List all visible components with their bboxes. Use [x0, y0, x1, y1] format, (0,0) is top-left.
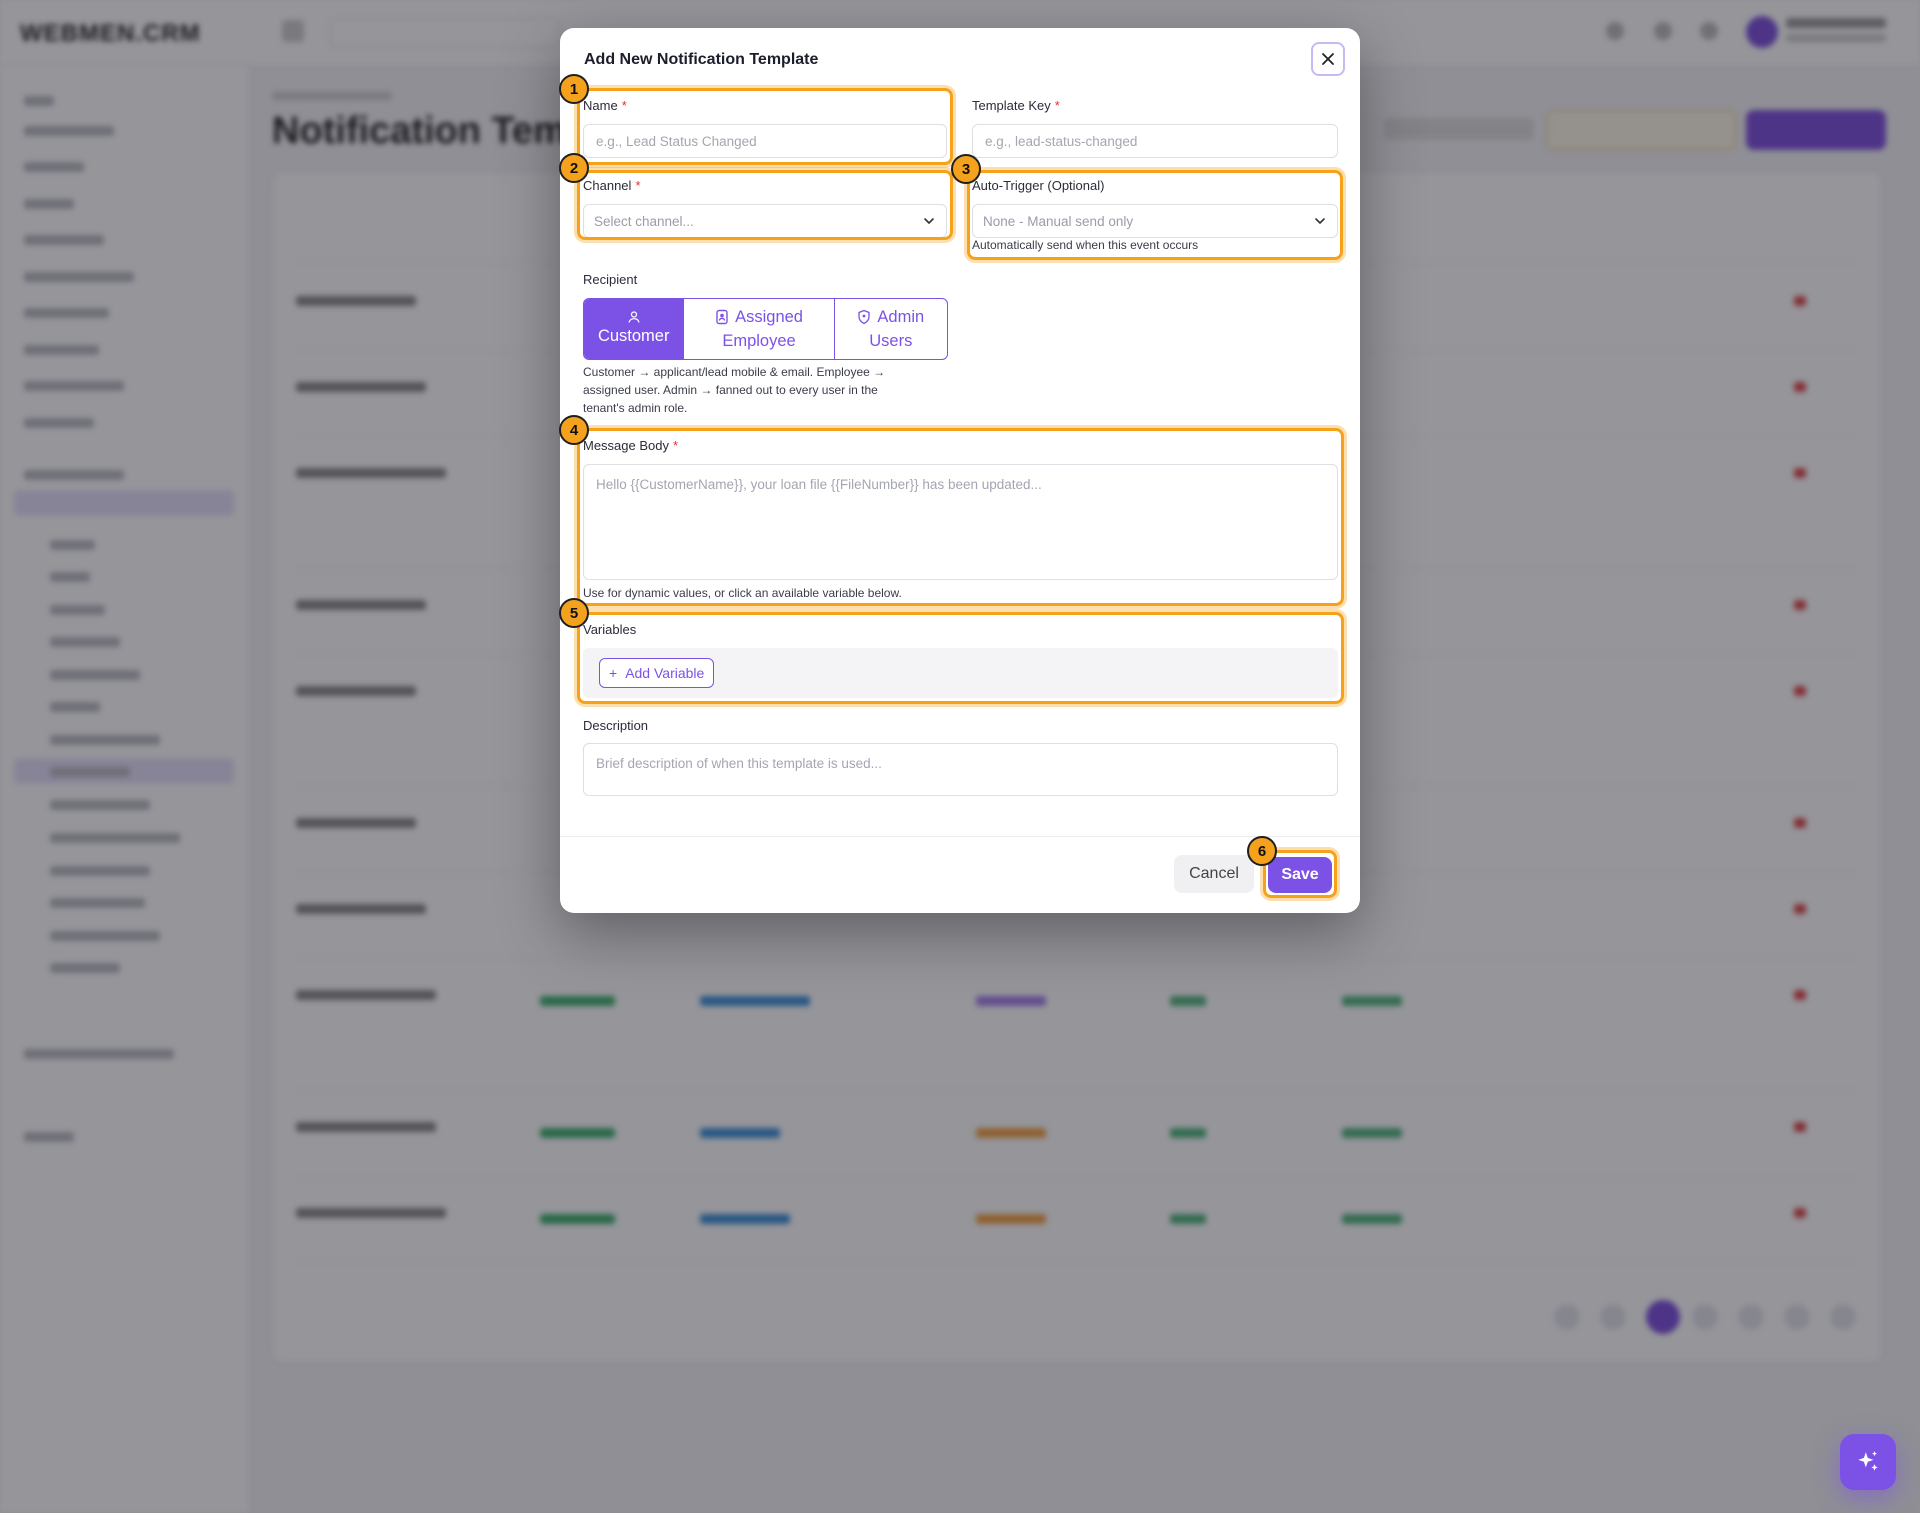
badge-icon	[716, 309, 728, 325]
description-label: Description	[583, 718, 649, 733]
channel-label: Channel *	[583, 178, 641, 193]
required-marker: *	[621, 98, 627, 113]
required-marker: *	[673, 438, 679, 453]
plus-icon: +	[609, 665, 618, 681]
recipient-option-label: Admin	[877, 308, 925, 326]
message-body-helper: Use for dynamic values, or click an avai…	[583, 586, 902, 600]
recipient-label: Recipient	[583, 272, 638, 287]
description-textarea[interactable]: Brief description of when this template …	[583, 743, 1338, 796]
modal-title: Add New Notification Template	[584, 51, 819, 68]
add-template-modal: Add New Notification Template Name * e.g.…	[559, 28, 1360, 913]
recipient-option-assigned-employee[interactable]: Assigned Employee	[684, 299, 835, 359]
save-button[interactable]: Save	[1268, 857, 1332, 893]
variables-label: Variables	[583, 622, 637, 637]
recipient-helper: Customer → applicant/lead mobile & email…	[583, 365, 886, 415]
name-label: Name *	[583, 98, 627, 113]
annotation-badge: 2	[559, 153, 589, 183]
variables-list: + Add Variable	[583, 648, 1338, 698]
close-button[interactable]	[1311, 42, 1345, 76]
annotation-badge: 4	[559, 415, 589, 445]
user-icon	[628, 311, 640, 323]
recipient-toggle: Customer Assigned Employee Admin Users	[583, 298, 948, 360]
cancel-button[interactable]: Cancel	[1174, 855, 1254, 893]
chevron-down-icon	[924, 218, 934, 224]
auto-trigger-select[interactable]: None - Manual send only	[972, 204, 1338, 238]
annotation-badge: 1	[559, 74, 589, 104]
recipient-option-label: Users	[869, 332, 913, 350]
auto-trigger-helper: Automatically send when this event occur…	[972, 238, 1199, 252]
required-marker: *	[1054, 98, 1060, 113]
add-variable-label: Add Variable	[625, 665, 705, 681]
shield-icon	[858, 309, 871, 325]
auto-trigger-label: Auto-Trigger (Optional)	[972, 178, 1105, 193]
annotation-badge: 3	[951, 154, 981, 184]
add-variable-button[interactable]: + Add Variable	[599, 658, 715, 688]
message-body-label: Message Body *	[583, 438, 679, 453]
recipient-option-label: Customer	[597, 327, 670, 345]
recipient-option-customer[interactable]: Customer	[584, 299, 685, 359]
close-icon	[1322, 53, 1334, 65]
sparkle-icon	[1858, 1451, 1878, 1471]
chevron-down-icon	[1315, 218, 1325, 224]
annotation-badge: 5	[559, 598, 589, 628]
auto-trigger-value: None - Manual send only	[983, 213, 1134, 229]
footer-divider	[560, 836, 1360, 837]
message-body-textarea[interactable]: Hello {{CustomerName}}, your loan file {…	[583, 464, 1338, 580]
ai-assistant-button[interactable]	[1840, 1434, 1896, 1490]
channel-select[interactable]: Select channel...	[583, 204, 947, 238]
template-key-input[interactable]: e.g., lead-status-changed	[972, 124, 1338, 158]
recipient-option-label: Employee	[722, 332, 796, 350]
name-input[interactable]: e.g., Lead Status Changed	[583, 124, 947, 158]
template-key-label: Template Key *	[972, 98, 1060, 113]
recipient-option-admin-users[interactable]: Admin Users	[835, 299, 947, 359]
annotation-badge: 6	[1247, 836, 1277, 866]
required-marker: *	[635, 178, 641, 193]
recipient-option-label: Assigned	[735, 308, 803, 326]
channel-select-value: Select channel...	[594, 213, 694, 229]
